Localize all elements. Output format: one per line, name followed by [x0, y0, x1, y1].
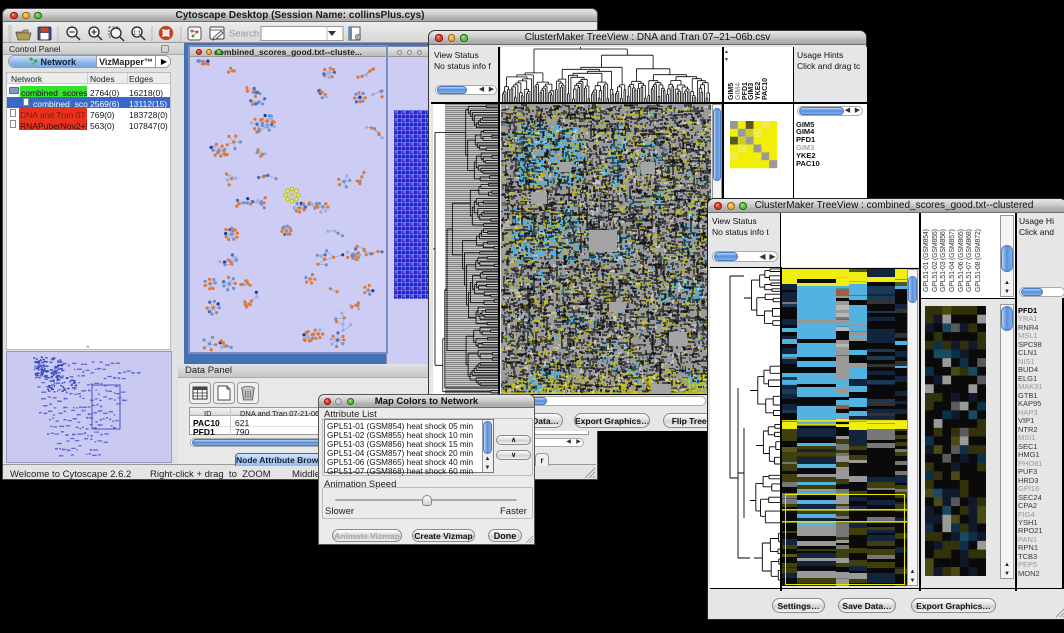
svg-text:1:1: 1:1 — [133, 31, 141, 37]
svg-text:Search:: Search: — [229, 29, 262, 40]
